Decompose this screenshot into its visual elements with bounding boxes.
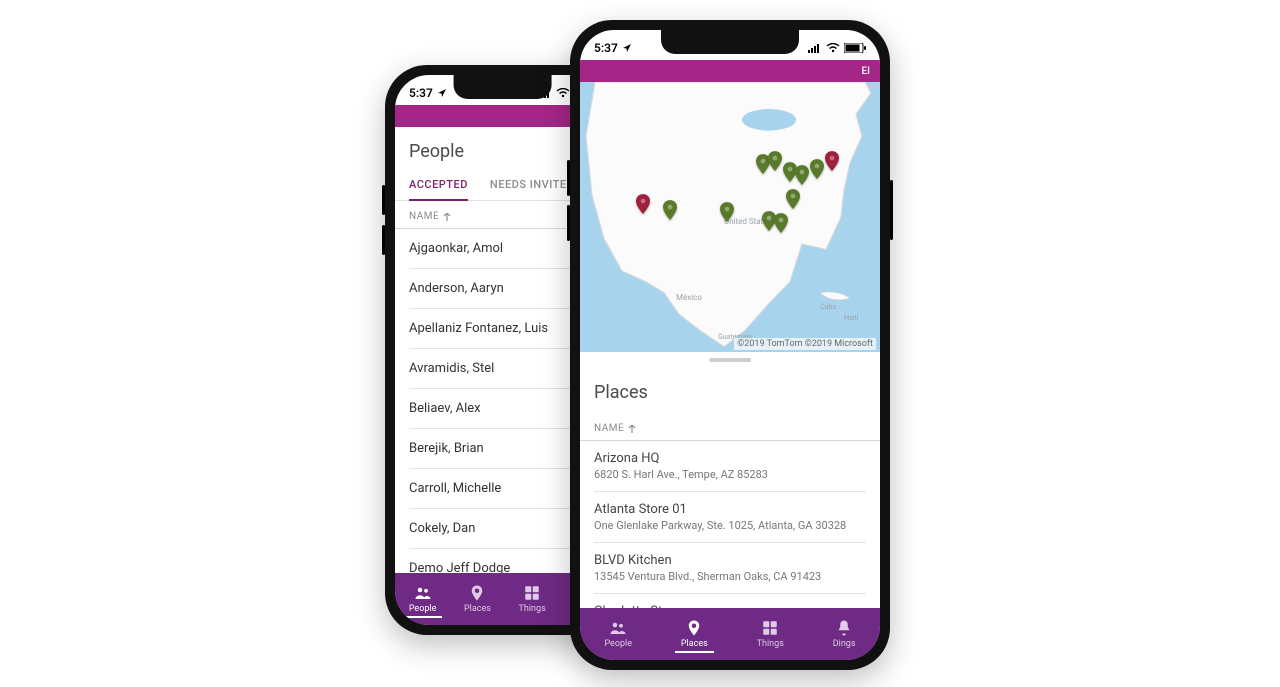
list-item[interactable]: Atlanta Store 01 One Glenlake Parkway, St… [594, 492, 866, 543]
tabbar-item-dings[interactable]: Dings [827, 615, 862, 653]
map-label-haiti: Haiti [844, 314, 859, 322]
places-title: Places [580, 368, 880, 413]
map-pin[interactable] [795, 165, 809, 185]
brand-bar: EI [580, 60, 880, 82]
stage: 5:37 People ACCEPTED NEEDS INVITE [0, 0, 1280, 687]
map-pin[interactable] [636, 194, 650, 214]
volume-up-button[interactable] [382, 185, 385, 215]
places-list: Arizona HQ 6820 S. Harl Ave., Tempe, AZ 8… [580, 441, 880, 608]
map-pin[interactable] [663, 200, 677, 220]
tabbar-label: Dings [833, 639, 856, 649]
tab-accepted[interactable]: ACCEPTED [409, 172, 468, 201]
power-button[interactable] [890, 180, 893, 240]
tabbar-item-things[interactable]: Things [513, 580, 552, 618]
tab-needs-invite[interactable]: NEEDS INVITE [490, 172, 567, 200]
people-icon [414, 584, 432, 602]
tabbar-label: Things [519, 604, 546, 614]
list-item[interactable]: Beliaev, Alex [409, 389, 596, 429]
place-icon [685, 619, 703, 637]
sort-column-label: NAME [594, 423, 624, 434]
volume-down-button[interactable] [382, 225, 385, 255]
map-pin[interactable] [786, 189, 800, 209]
sort-asc-icon [628, 425, 636, 433]
map-pin[interactable] [825, 151, 839, 171]
place-address: One Glenlake Parkway, Ste. 1025, Atlanta… [594, 519, 866, 532]
tabbar-item-people[interactable]: People [598, 615, 638, 653]
map-label-mexico: México [676, 293, 702, 302]
tabbar-item-places[interactable]: Places [458, 580, 497, 618]
tabbar-item-things[interactable]: Things [751, 615, 790, 653]
list-item[interactable]: Cokely, Dan [409, 509, 596, 549]
list-item[interactable]: Avramidis, Stel [409, 349, 596, 389]
place-address: 6820 S. Harl Ave., Tempe, AZ 85283 [594, 468, 866, 481]
volume-down-button[interactable] [567, 205, 570, 241]
map-attribution: ©2019 TomTom ©2019 Microsoft [734, 338, 876, 350]
location-arrow-icon [437, 88, 447, 98]
place-name: BLVD Kitchen [594, 553, 866, 568]
tabbar-item-places[interactable]: Places [675, 615, 714, 653]
volume-up-button[interactable] [567, 160, 570, 196]
wifi-icon [826, 43, 840, 53]
map-pin[interactable] [768, 151, 782, 171]
place-icon [468, 584, 486, 602]
status-time: 5:37 [594, 41, 618, 55]
battery-icon [844, 43, 866, 53]
map-label-cuba: Cuba [820, 303, 836, 311]
list-item[interactable]: Demo Jeff Dodge [409, 549, 596, 573]
map-pane[interactable]: United States México Guatemala Cuba Hait… [580, 82, 880, 352]
tabbar-label: People [604, 639, 632, 649]
place-name: Arizona HQ [594, 451, 866, 466]
place-name: Atlanta Store 01 [594, 502, 866, 517]
places-list-header[interactable]: NAME [580, 413, 880, 441]
places-scroll-area[interactable]: United States México Guatemala Cuba Hait… [580, 82, 880, 608]
status-time: 5:37 [409, 86, 433, 100]
list-item[interactable]: BLVD Kitchen 13545 Ventura Blvd., Sherman… [594, 543, 866, 594]
map-pin[interactable] [810, 159, 824, 179]
tabbar-item-people[interactable]: People [403, 580, 443, 618]
things-icon [523, 584, 541, 602]
list-item[interactable]: Charlotte Store [594, 594, 866, 608]
bottom-tab-bar: People Places Things Dings [580, 608, 880, 660]
list-item[interactable]: Arizona HQ 6820 S. Harl Ave., Tempe, AZ 8… [594, 441, 866, 492]
list-item[interactable]: Anderson, Aaryn [409, 269, 596, 309]
list-item[interactable]: Carroll, Michelle [409, 469, 596, 509]
bell-icon [835, 619, 853, 637]
map-drag-handle[interactable] [580, 352, 880, 368]
sort-column-label: NAME [409, 211, 439, 222]
device-places: 5:37 EI [570, 20, 890, 670]
tabbar-label: Things [757, 639, 784, 649]
tabbar-label: People [409, 604, 437, 614]
sort-asc-icon [443, 213, 451, 221]
list-item[interactable]: Berejik, Brian [409, 429, 596, 469]
tabbar-label: Places [464, 604, 491, 614]
map-pin[interactable] [774, 213, 788, 233]
list-item[interactable]: Apellaniz Fontanez, Luis [409, 309, 596, 349]
device-notch [661, 30, 799, 54]
device-notch [453, 75, 552, 99]
things-icon [761, 619, 779, 637]
map-pin[interactable] [720, 202, 734, 222]
brand-right-label[interactable]: EI [862, 66, 870, 77]
people-icon [609, 619, 627, 637]
location-arrow-icon [622, 43, 632, 53]
place-address: 13545 Ventura Blvd., Sherman Oaks, CA 91… [594, 570, 866, 583]
tabbar-label: Places [681, 639, 708, 649]
signal-icon [808, 43, 822, 53]
wifi-icon [556, 88, 570, 98]
